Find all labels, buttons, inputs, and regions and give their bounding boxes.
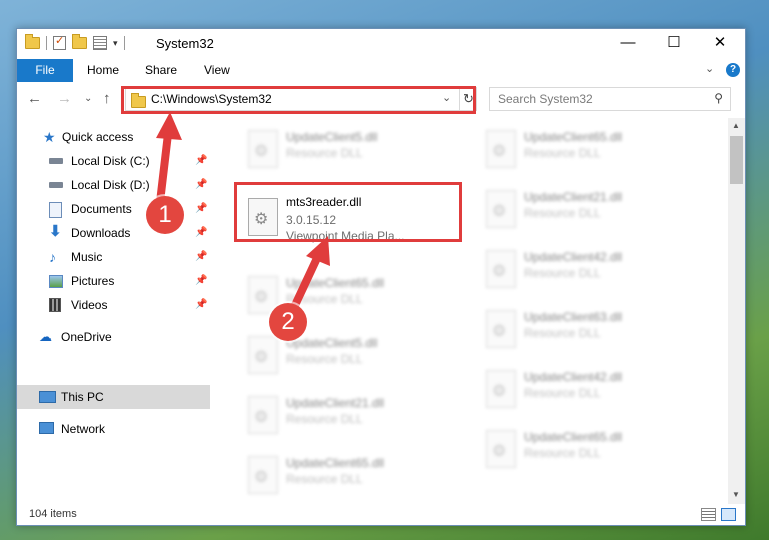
step-badge-1: 1	[146, 196, 184, 234]
arrow-1-shaft	[156, 130, 172, 206]
arrow-1-head	[156, 112, 182, 140]
step-badge-2: 2	[269, 303, 307, 341]
annotation-arrows	[156, 112, 330, 320]
